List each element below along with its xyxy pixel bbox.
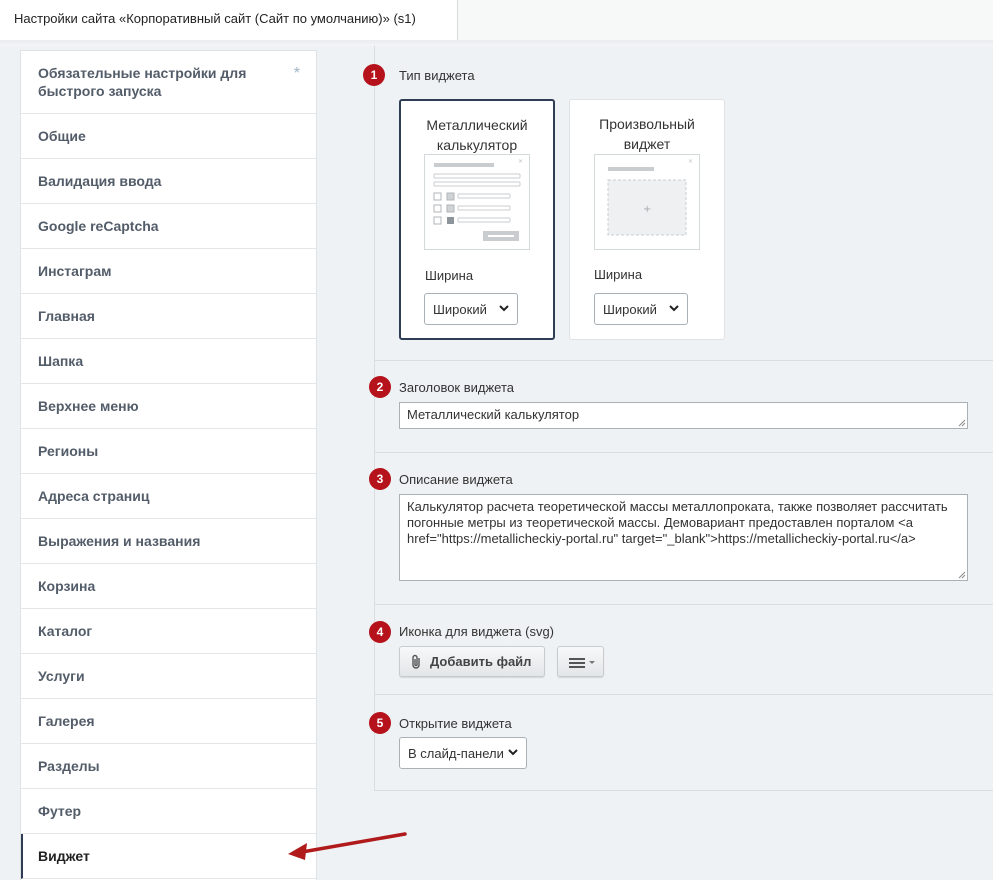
step-number-5: 5 — [369, 712, 391, 734]
card-title: Произвольный виджет — [599, 116, 695, 152]
widget-icon-label: Иконка для виджета (svg) — [399, 624, 555, 639]
sidebar-item-home[interactable]: Главная — [21, 294, 316, 339]
sidebar-item-regions[interactable]: Регионы — [21, 429, 316, 474]
sidebar-item-label: Виджет — [38, 848, 90, 864]
sidebar-item-label: Футер — [38, 803, 82, 819]
paperclip-icon — [412, 654, 420, 669]
sidebar-item-footer[interactable]: Футер — [21, 789, 316, 834]
step-number-1: 1 — [363, 64, 385, 86]
svg-text:×: × — [518, 158, 523, 165]
sidebar-item-page-addresses[interactable]: Адреса страниц — [21, 474, 316, 519]
resize-handle-icon[interactable] — [957, 418, 966, 427]
settings-tab-title: Настройки сайта «Корпоративный сайт (Сай… — [14, 11, 416, 26]
sidebar-item-label: Google reCaptcha — [38, 218, 159, 234]
sidebar-item-label: Общие — [38, 128, 86, 144]
settings-sidebar: Обязательные настройки для быстрого запу… — [20, 50, 317, 880]
card-width-select[interactable]: Широкий — [424, 293, 518, 325]
sidebar-item-label: Валидация ввода — [38, 173, 162, 189]
file-options-button[interactable] — [557, 646, 604, 677]
required-star-icon: * — [293, 65, 300, 82]
widget-description-label: Описание виджета — [399, 472, 513, 487]
widget-open-select[interactable]: В слайд-панели — [399, 737, 527, 769]
card-width-label: Ширина — [594, 267, 643, 282]
chevron-down-icon — [508, 749, 518, 756]
widget-open-label: Открытие виджета — [399, 716, 512, 731]
sidebar-item-instagram[interactable]: Инстаграм — [21, 249, 316, 294]
step-number-4: 4 — [369, 621, 391, 643]
widget-title-label: Заголовок виджета — [399, 380, 515, 395]
sidebar-item-label: Верхнее меню — [38, 398, 139, 414]
card-width-label: Ширина — [425, 268, 474, 283]
widget-type-label: Тип виджета — [399, 68, 475, 83]
widget-settings-panel: 1 Тип виджета Металлический калькулятор … — [363, 46, 993, 791]
sidebar-item-label: Инстаграм — [38, 263, 112, 279]
widget-title-input[interactable]: Металлический калькулятор — [399, 402, 968, 429]
card-width-value: Широкий — [603, 301, 657, 317]
sidebar-item-label: Главная — [38, 308, 95, 324]
custom-widget-preview-icon: × + — [594, 154, 700, 250]
sidebar-item-validation[interactable]: Валидация ввода — [21, 159, 316, 204]
sidebar-item-label: Корзина — [38, 578, 96, 594]
sidebar-item-label: Шапка — [38, 353, 84, 369]
red-arrow-icon — [288, 832, 407, 860]
add-file-label: Добавить файл — [430, 654, 532, 669]
sidebar-item-header[interactable]: Шапка — [21, 339, 316, 384]
sidebar-item-label: Услуги — [38, 668, 85, 684]
card-title: Металлический калькулятор — [426, 117, 528, 153]
sidebar-item-services[interactable]: Услуги — [21, 654, 316, 699]
widget-description-section: 3 Описание виджета Калькулятор расчета т… — [369, 453, 993, 605]
settings-tab[interactable]: Настройки сайта «Корпоративный сайт (Сай… — [0, 0, 458, 42]
sidebar-item-gallery[interactable]: Галерея — [21, 699, 316, 744]
sidebar-item-phrases[interactable]: Выражения и названия — [21, 519, 316, 564]
svg-text:×: × — [688, 158, 693, 165]
step-number-3: 3 — [369, 468, 391, 490]
widget-type-section: 1 Тип виджета Металлический калькулятор … — [363, 46, 993, 361]
card-width-select[interactable]: Широкий — [594, 293, 688, 325]
chevron-down-icon — [499, 305, 509, 312]
widget-open-value: В слайд-панели — [408, 745, 504, 761]
sidebar-item-label: Разделы — [38, 758, 100, 774]
sidebar-item-widget[interactable]: Виджет — [21, 834, 316, 879]
sidebar-item-label: Каталог — [38, 623, 93, 639]
resize-handle-icon[interactable] — [957, 570, 966, 579]
sidebar-item-recaptcha[interactable]: Google reCaptcha — [21, 204, 316, 249]
sidebar-item-cart[interactable]: Корзина — [21, 564, 316, 609]
sidebar-item-required[interactable]: Обязательные настройки для быстрого запу… — [21, 51, 316, 114]
menu-lines-icon — [569, 658, 595, 668]
step-number-2: 2 — [369, 376, 391, 398]
widget-card-metal-calculator[interactable]: Металлический калькулятор × Ширина Широк… — [399, 99, 555, 340]
add-file-button[interactable]: Добавить файл — [399, 646, 545, 677]
widget-icon-section: 4 Иконка для виджета (svg) Добавить файл — [369, 605, 993, 695]
svg-text:+: + — [643, 204, 651, 215]
widget-title-value: Металлический калькулятор — [407, 407, 580, 422]
sidebar-item-label: Адреса страниц — [38, 488, 150, 504]
card-width-value: Широкий — [433, 301, 487, 317]
sidebar-item-label: Выражения и названия — [38, 533, 201, 549]
sidebar-item-sections[interactable]: Разделы — [21, 744, 316, 789]
widget-title-section: 2 Заголовок виджета Металлический кальку… — [369, 361, 993, 453]
widget-description-value: Калькулятор расчета теоретической массы … — [407, 499, 948, 546]
sidebar-item-top-menu[interactable]: Верхнее меню — [21, 384, 316, 429]
calculator-preview-icon: × — [424, 154, 530, 250]
top-tab-bar: Настройки сайта «Корпоративный сайт (Сай… — [0, 0, 993, 42]
chevron-down-icon — [669, 305, 679, 312]
widget-description-textarea[interactable]: Калькулятор расчета теоретической массы … — [399, 494, 968, 581]
sidebar-item-label: Обязательные настройки для быстрого запу… — [38, 65, 247, 99]
sidebar-item-label: Галерея — [38, 713, 95, 729]
sidebar-item-catalog[interactable]: Каталог — [21, 609, 316, 654]
sidebar-item-label: Регионы — [38, 443, 99, 459]
widget-card-custom[interactable]: Произвольный виджет × + Ширина Широкий — [569, 99, 725, 340]
widget-open-section: 5 Открытие виджета В слайд-панели — [369, 695, 993, 791]
sidebar-item-general[interactable]: Общие — [21, 114, 316, 159]
